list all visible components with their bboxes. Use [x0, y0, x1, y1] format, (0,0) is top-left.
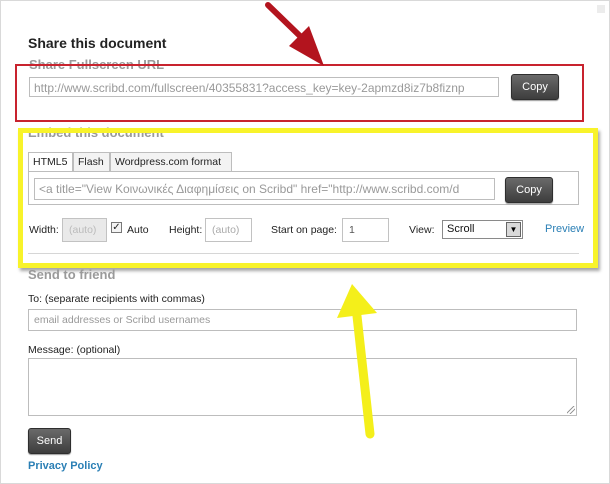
send-button[interactable]: Send: [28, 428, 71, 454]
to-input[interactable]: email addresses or Scribd usernames: [28, 309, 577, 331]
red-highlight-box: [15, 64, 584, 122]
dialog-title: Share this document: [28, 35, 167, 51]
privacy-policy-link[interactable]: Privacy Policy: [28, 460, 103, 472]
yellow-highlight-box: [18, 128, 598, 268]
to-label: To: (separate recipients with commas): [28, 293, 205, 305]
message-label: Message: (optional): [28, 344, 121, 356]
to-placeholder: email addresses or Scribd usernames: [34, 314, 211, 326]
share-dialog: Share this document Share Fullscreen URL…: [0, 0, 610, 484]
close-icon[interactable]: [597, 5, 605, 13]
message-textarea[interactable]: [28, 358, 577, 416]
send-section-label: Send to friend: [28, 267, 116, 282]
resize-grip-icon[interactable]: [567, 406, 575, 414]
